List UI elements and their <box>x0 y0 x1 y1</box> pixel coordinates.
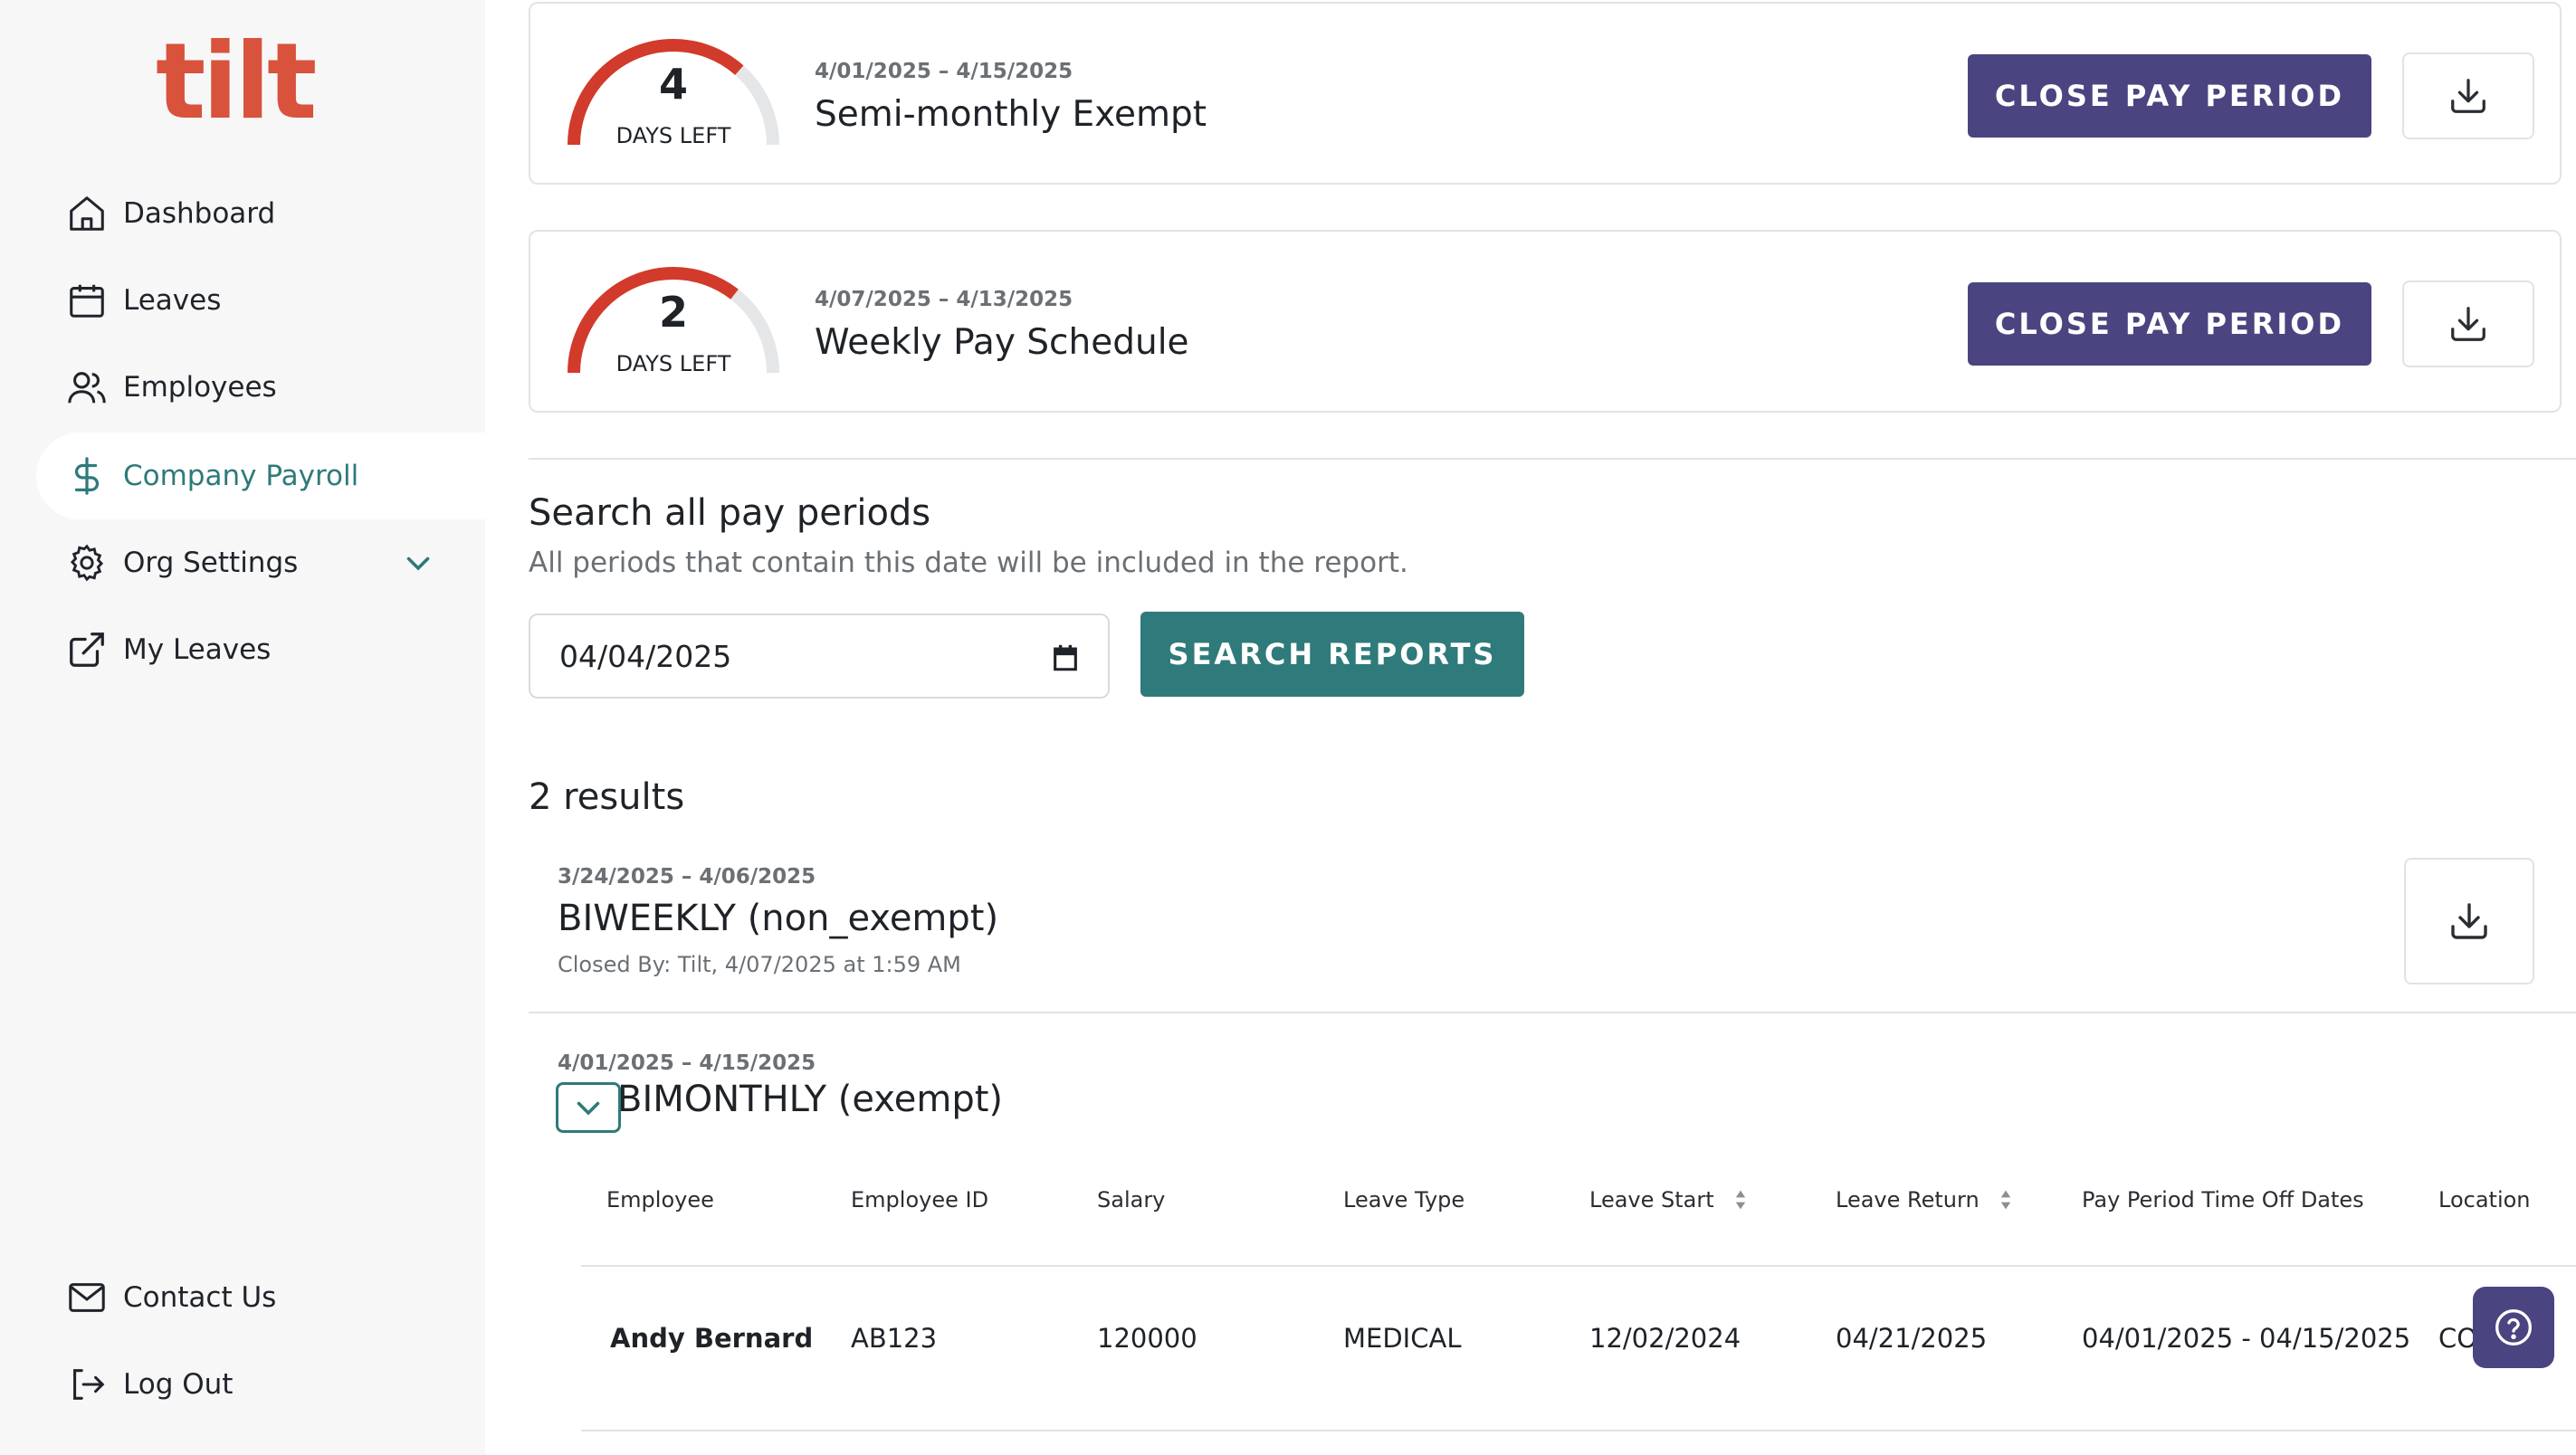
main-content: 4 DAYS LEFT 4/01/2025 – 4/15/2025 Semi-m… <box>485 0 2576 1455</box>
pay-period-title: Semi-monthly Exempt <box>815 94 1207 135</box>
search-subtitle: All periods that contain this date will … <box>529 547 1408 579</box>
result-dates: 4/01/2025 – 4/15/2025 <box>558 1051 816 1075</box>
chevron-down-icon[interactable] <box>402 547 434 579</box>
column-header-leave-type: Leave Type <box>1343 1187 1465 1212</box>
calendar-icon <box>65 279 109 322</box>
days-left-number: 2 <box>658 288 688 337</box>
sidebar-item-label: Contact Us <box>123 1281 277 1314</box>
table-cell-leave-type: MEDICAL <box>1343 1323 1462 1354</box>
mail-icon <box>65 1276 109 1319</box>
sidebar-item-org-settings[interactable]: Org Settings <box>36 519 485 606</box>
result-download-button[interactable] <box>2404 858 2534 984</box>
column-header-salary: Salary <box>1097 1187 1166 1212</box>
sidebar-item-label: Leaves <box>123 284 222 317</box>
sidebar-item-dashboard[interactable]: Dashboard <box>36 170 485 257</box>
close-pay-period-button[interactable]: CLOSE PAY PERIOD <box>1968 54 2371 138</box>
download-button[interactable] <box>2402 281 2534 367</box>
column-header-employee-id: Employee ID <box>851 1187 989 1212</box>
download-icon <box>2451 903 2487 939</box>
table-cell-leave-return: 04/21/2025 <box>1836 1323 1988 1354</box>
table-cell-salary: 120000 <box>1097 1323 1197 1354</box>
sort-icon[interactable] <box>1998 1188 2014 1212</box>
column-header-leave-start[interactable]: Leave Start <box>1589 1187 1749 1212</box>
sidebar-item-log-out[interactable]: Log Out <box>36 1341 485 1428</box>
close-pay-period-button[interactable]: CLOSE PAY PERIOD <box>1968 282 2371 366</box>
result-dates: 3/24/2025 – 4/06/2025 <box>558 865 816 889</box>
sidebar-item-label: Employees <box>123 371 277 404</box>
days-left-number: 4 <box>658 60 688 109</box>
column-header-location: Location <box>2438 1187 2531 1212</box>
help-icon <box>2495 1309 2532 1346</box>
chevron-down-icon <box>577 1101 600 1116</box>
tilt-logo[interactable]: tilt <box>156 27 319 136</box>
pay-period-dates: 4/07/2025 – 4/13/2025 <box>815 288 1073 311</box>
results-count: 2 results <box>529 776 685 818</box>
help-button[interactable] <box>2473 1287 2554 1368</box>
table-header-divider <box>581 1265 2576 1267</box>
download-button[interactable] <box>2402 52 2534 139</box>
sidebar-item-my-leaves[interactable]: My Leaves <box>36 606 485 693</box>
svg-text:tilt: tilt <box>156 27 315 136</box>
table-cell-location: CO <box>2438 1323 2478 1354</box>
column-header-time-off-dates: Pay Period Time Off Dates <box>2082 1187 2364 1212</box>
days-left-label: DAYS LEFT <box>615 123 731 148</box>
table-cell-time-off-dates: 04/01/2025 - 04/15/2025 <box>2082 1323 2411 1354</box>
column-header-employee: Employee <box>606 1187 714 1212</box>
date-input-value: 04/04/2025 <box>559 638 732 674</box>
sidebar-item-employees[interactable]: Employees <box>36 344 485 431</box>
table-cell-employee[interactable]: Andy Bernard <box>610 1323 813 1354</box>
search-title: Search all pay periods <box>529 492 931 534</box>
dollar-icon <box>65 454 109 498</box>
table-cell-employee-id: AB123 <box>851 1323 938 1354</box>
days-left-label: DAYS LEFT <box>615 351 731 376</box>
expand-toggle-button[interactable] <box>556 1082 621 1133</box>
download-icon <box>2451 307 2485 341</box>
search-reports-button[interactable]: SEARCH REPORTS <box>1140 612 1524 697</box>
external-link-icon <box>65 628 109 671</box>
pay-period-title: Weekly Pay Schedule <box>815 322 1189 363</box>
section-divider <box>529 458 2576 460</box>
result-divider <box>529 1012 2576 1013</box>
table-row-divider <box>581 1430 2576 1431</box>
sidebar: tilt Dashboard Leaves Employees Company … <box>0 0 485 1455</box>
pay-period-dates: 4/01/2025 – 4/15/2025 <box>815 60 1073 83</box>
result-closed-by: Closed By: Tilt, 4/07/2025 at 1:59 AM <box>558 952 961 977</box>
sidebar-item-label: Org Settings <box>123 547 299 579</box>
column-header-leave-return[interactable]: Leave Return <box>1836 1187 2014 1212</box>
sidebar-item-label: Log Out <box>123 1368 234 1401</box>
result-title: BIWEEKLY (non_exempt) <box>558 898 999 939</box>
gear-icon <box>65 541 109 585</box>
sidebar-item-company-payroll[interactable]: Company Payroll <box>36 433 485 519</box>
logout-icon <box>65 1363 109 1406</box>
table-cell-leave-start: 12/02/2024 <box>1589 1323 1741 1354</box>
home-icon <box>65 192 109 235</box>
result-title: BIMONTHLY (exempt) <box>617 1079 1003 1120</box>
sort-icon[interactable] <box>1732 1188 1749 1212</box>
pay-period-card: 2 DAYS LEFT 4/07/2025 – 4/13/2025 Weekly… <box>529 230 2562 413</box>
sidebar-item-leaves[interactable]: Leaves <box>36 257 485 344</box>
sidebar-item-label: My Leaves <box>123 633 272 666</box>
users-icon <box>65 366 109 409</box>
sidebar-item-label: Dashboard <box>123 197 276 230</box>
download-icon <box>2451 79 2485 113</box>
calendar-picker-icon[interactable] <box>1050 642 1081 673</box>
sidebar-item-label: Company Payroll <box>123 460 359 492</box>
search-date-input[interactable]: 04/04/2025 <box>529 613 1110 699</box>
sidebar-item-contact-us[interactable]: Contact Us <box>36 1254 485 1341</box>
pay-period-card: 4 DAYS LEFT 4/01/2025 – 4/15/2025 Semi-m… <box>529 2 2562 185</box>
